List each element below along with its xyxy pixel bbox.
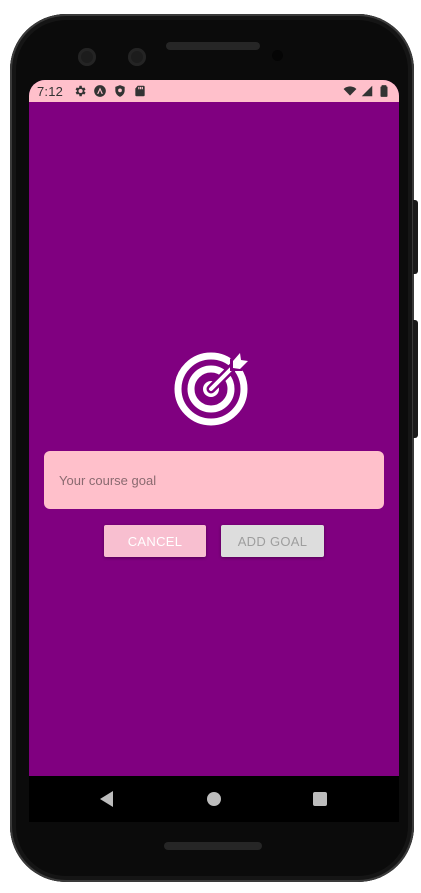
shield-icon [115,85,125,97]
add-goal-button[interactable]: ADD GOAL [221,525,324,557]
volume-button [413,200,418,274]
target-icon [174,349,252,426]
sd-card-icon [135,85,145,97]
goal-input-modal: CANCEL ADD GOAL [29,102,399,776]
bottom-speaker [164,842,262,850]
signal-icon [361,85,373,97]
front-camera [78,48,96,66]
course-goal-input[interactable] [44,451,384,509]
cancel-button[interactable]: CANCEL [104,525,206,557]
power-button [413,320,418,438]
android-icon [94,85,106,97]
app-screen: 7:12 CANCEL ADD GOAL [29,80,399,822]
earpiece-speaker [166,42,260,50]
battery-icon [380,85,388,97]
wifi-icon [343,86,357,96]
recents-icon[interactable] [313,792,327,806]
navigation-bar [29,776,399,822]
proximity-sensor [272,50,283,61]
status-time: 7:12 [37,83,64,99]
home-icon[interactable] [207,792,221,806]
gear-icon [75,85,86,97]
status-bar: 7:12 [29,80,399,102]
back-icon[interactable] [99,790,115,808]
front-camera-secondary [128,48,146,66]
